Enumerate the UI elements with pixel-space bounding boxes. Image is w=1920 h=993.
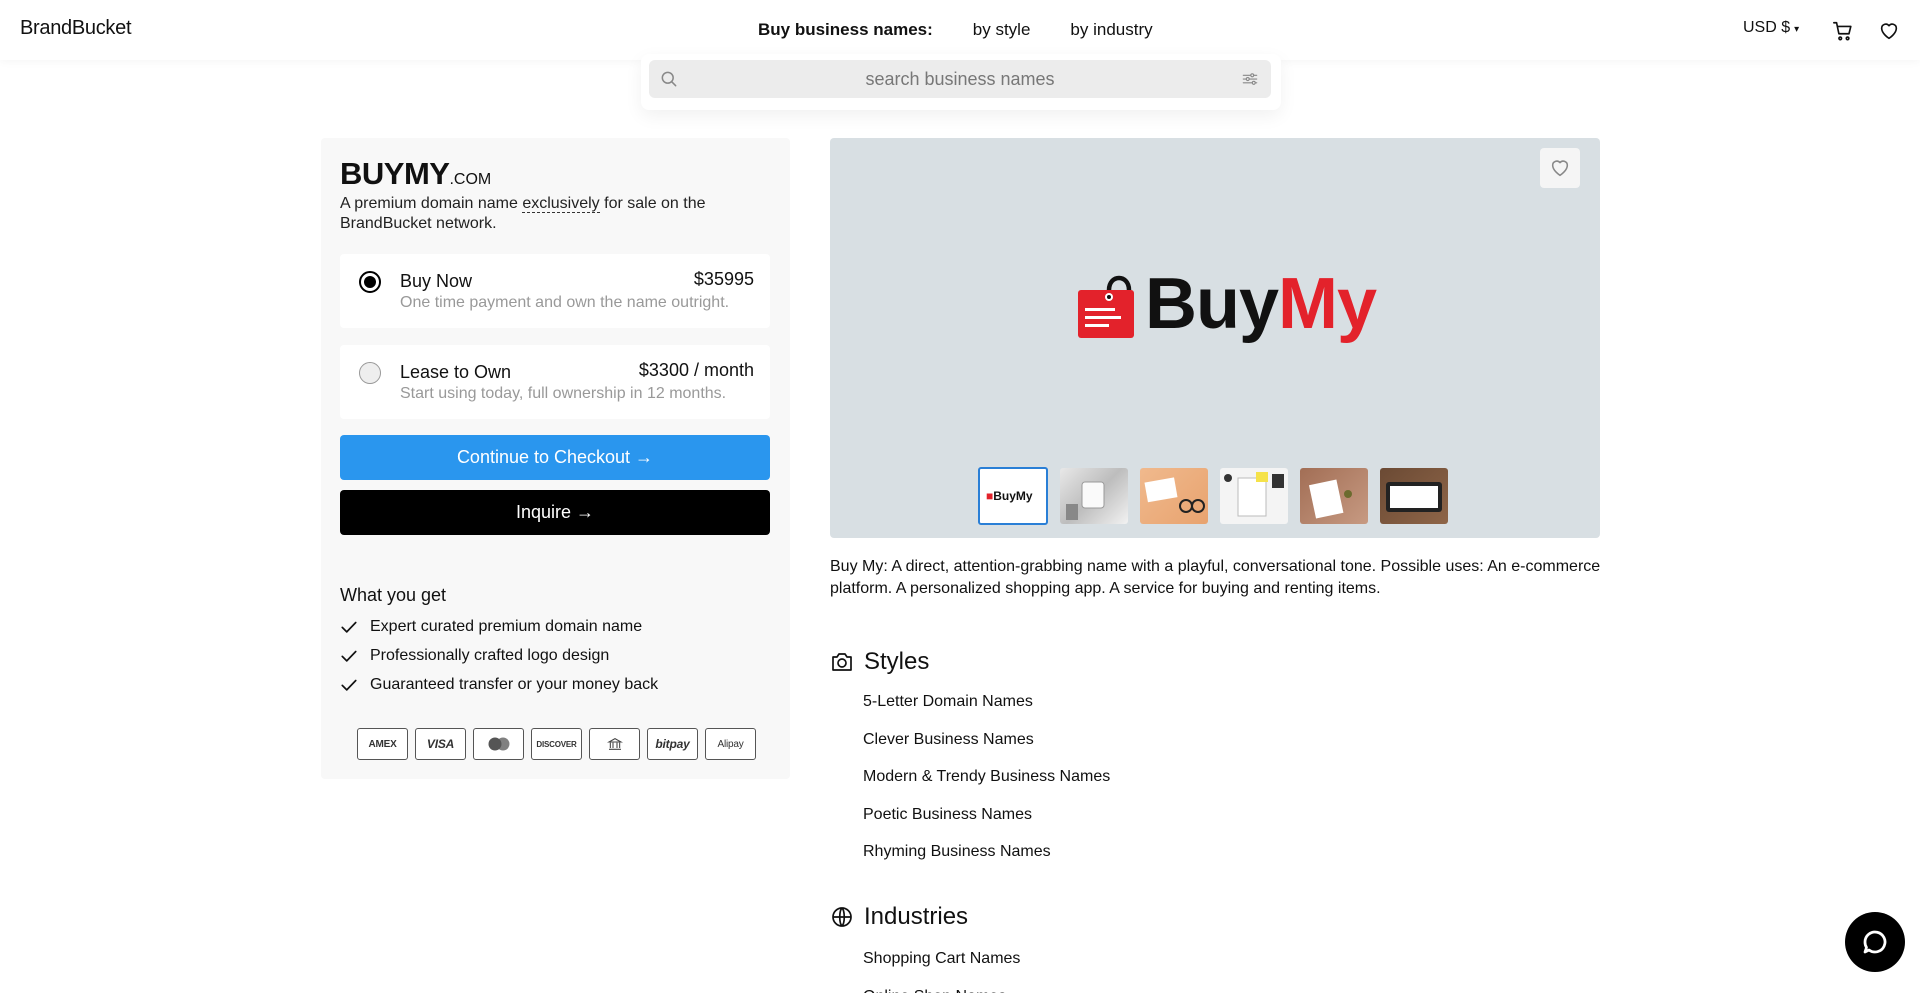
- thumbnail-mockup-4[interactable]: [1300, 468, 1368, 524]
- style-link[interactable]: Rhyming Business Names: [863, 840, 1110, 878]
- checkmark-icon: [341, 650, 357, 662]
- style-link[interactable]: Modern & Trendy Business Names: [863, 765, 1110, 803]
- nav-by-industry[interactable]: by industry: [1070, 20, 1152, 40]
- thumbnail-logo[interactable]: ■BuyMy: [978, 467, 1048, 525]
- option-title: Buy Now: [400, 271, 473, 291]
- checkmark-icon: [341, 621, 357, 633]
- main-nav: Buy business names: by style by industry: [758, 20, 1193, 40]
- what-you-get-list: Expert curated premium domain name Profe…: [340, 612, 658, 699]
- radio-lease-to-own[interactable]: [359, 362, 381, 384]
- chevron-down-icon: ▾: [1794, 24, 1800, 35]
- alipay-icon: Alipay: [705, 728, 756, 760]
- radio-buy-now[interactable]: [359, 271, 381, 293]
- list-item: Expert curated premium domain name: [340, 612, 658, 641]
- visa-icon: VISA: [415, 728, 466, 760]
- heart-icon: [1551, 160, 1569, 177]
- payment-methods: AMEX VISA DISCOVER bitpay Alipay: [357, 728, 756, 760]
- brand-buy-text: Buy: [1145, 264, 1279, 344]
- cart-icon[interactable]: [1832, 20, 1854, 42]
- top-header: BrandBucket Buy business names: by style…: [0, 0, 1920, 60]
- what-you-get-title: What you get: [340, 585, 447, 605]
- search-bar: [649, 60, 1271, 98]
- filter-icon[interactable]: [1241, 70, 1259, 93]
- industries-heading: Industries: [830, 903, 968, 931]
- styles-title: Styles: [864, 648, 930, 675]
- favorite-button[interactable]: [1540, 148, 1580, 188]
- style-link[interactable]: 5-Letter Domain Names: [863, 690, 1110, 728]
- thumbnail-mockup-5[interactable]: [1380, 468, 1448, 524]
- option-price: $3300 / month: [638, 360, 754, 380]
- industries-list: Shopping Cart Names Online Shop Names: [863, 947, 1020, 993]
- option-buy-now[interactable]: Buy Now $35995 One time payment and own …: [340, 254, 770, 328]
- styles-heading: Styles: [830, 648, 929, 676]
- checkmark-icon: [341, 679, 357, 691]
- option-price: $35995: [693, 269, 754, 289]
- bitpay-icon: bitpay: [647, 728, 698, 760]
- logo-preview: BuyMy ■BuyMy: [830, 138, 1600, 538]
- nav-title: Buy business names:: [758, 20, 933, 39]
- chat-widget-button[interactable]: [1845, 912, 1905, 972]
- thumbnail-mockup-2[interactable]: [1140, 468, 1208, 524]
- amex-icon: AMEX: [357, 728, 408, 760]
- camera-icon: [832, 653, 852, 671]
- industry-link[interactable]: Online Shop Names: [863, 985, 1020, 993]
- domain-description: A premium domain name exclusively for sa…: [340, 194, 740, 234]
- domain-name: BUYMY: [340, 156, 450, 191]
- globe-icon: [832, 907, 852, 927]
- domain-title: BUYMY.COM: [340, 156, 491, 192]
- discover-icon: DISCOVER: [531, 728, 582, 760]
- chat-icon: [1863, 930, 1887, 954]
- list-item-label: Professionally crafted logo design: [370, 646, 610, 664]
- thumbnail-logo-text: ■BuyMy: [986, 489, 1033, 503]
- option-subtitle: One time payment and own the name outrig…: [400, 294, 730, 311]
- nav-by-style[interactable]: by style: [973, 20, 1031, 40]
- list-item-label: Expert curated premium domain name: [370, 617, 643, 635]
- list-item-label: Guaranteed transfer or your money back: [370, 675, 659, 693]
- desc-text-1: A premium domain name: [340, 195, 523, 212]
- industry-link[interactable]: Shopping Cart Names: [863, 947, 1020, 985]
- purchase-panel: BUYMY.COM A premium domain name exclusiv…: [321, 138, 790, 779]
- industries-title: Industries: [864, 903, 969, 930]
- list-item: Guaranteed transfer or your money back: [340, 670, 658, 699]
- inquire-button[interactable]: Inquire →: [340, 490, 770, 535]
- buymy-logo: BuyMy: [1075, 263, 1377, 345]
- thumbnail-mockup-3[interactable]: [1220, 468, 1288, 524]
- search-input[interactable]: [649, 60, 1271, 98]
- search-container: [641, 54, 1281, 110]
- brand-my-text: My: [1278, 264, 1377, 344]
- name-description: Buy My: A direct, attention-grabbing nam…: [830, 558, 1601, 597]
- brandbucket-logo[interactable]: BrandBucket: [20, 17, 132, 40]
- list-item: Professionally crafted logo design: [340, 641, 658, 670]
- currency-label: USD $: [1743, 19, 1791, 36]
- style-link[interactable]: Clever Business Names: [863, 728, 1110, 766]
- thumbnail-mockup-1[interactable]: [1060, 468, 1128, 524]
- currency-selector[interactable]: USD $ ▾: [1743, 19, 1799, 37]
- option-title: Lease to Own: [400, 362, 512, 382]
- search-icon[interactable]: [659, 69, 679, 94]
- continue-to-checkout-button[interactable]: Continue to Checkout →: [340, 435, 770, 480]
- exclusively-tooltip[interactable]: exclusively: [522, 195, 600, 213]
- styles-list: 5-Letter Domain Names Clever Business Na…: [863, 690, 1110, 878]
- heart-icon[interactable]: [1878, 20, 1900, 42]
- price-tag-icon: [1078, 275, 1134, 338]
- style-link[interactable]: Poetic Business Names: [863, 803, 1110, 841]
- thumbnail-strip: ■BuyMy: [978, 467, 1448, 525]
- mastercard-icon: [473, 728, 524, 760]
- bank-icon: [589, 728, 640, 760]
- option-lease-to-own[interactable]: Lease to Own $3300 / month Start using t…: [340, 345, 770, 419]
- option-subtitle: Start using today, full ownership in 12 …: [400, 385, 727, 402]
- domain-tld: .COM: [449, 171, 492, 188]
